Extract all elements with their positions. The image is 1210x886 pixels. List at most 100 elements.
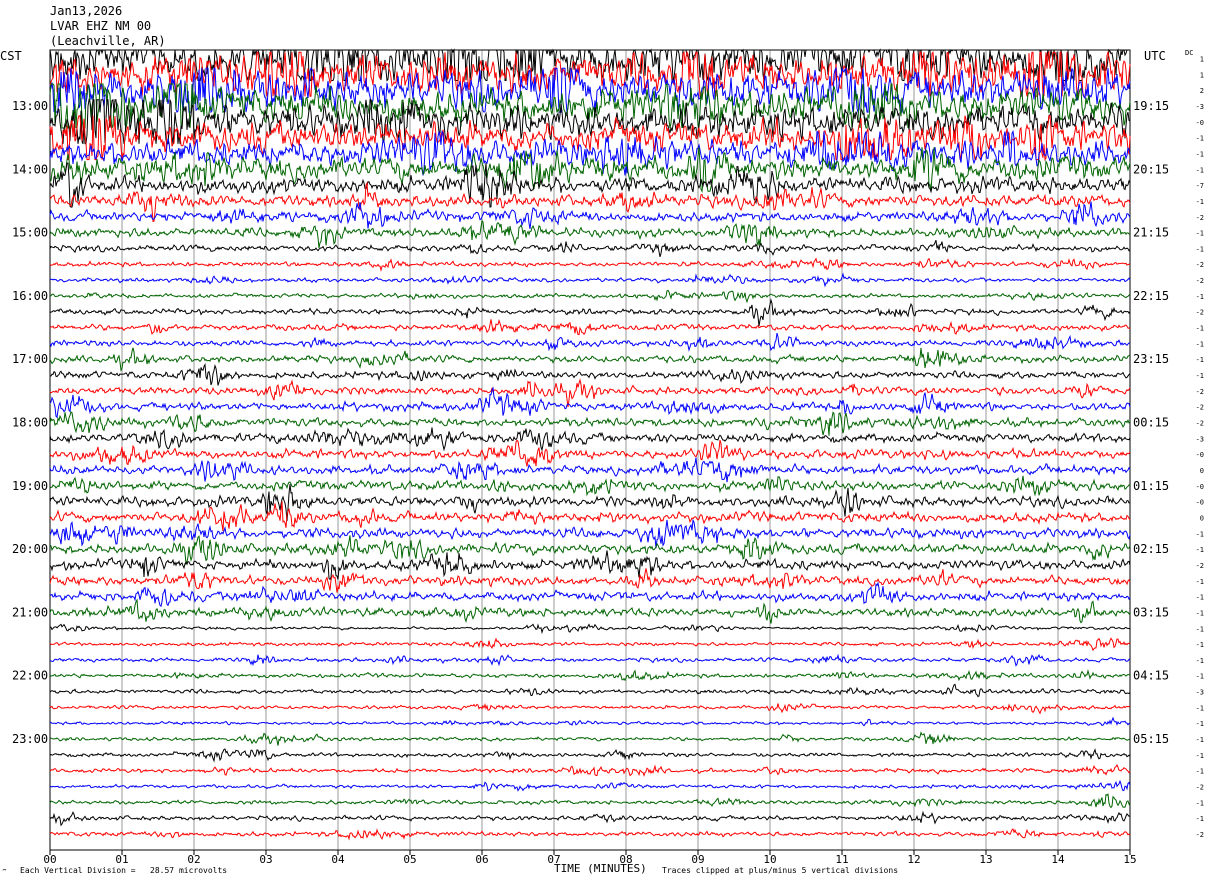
- trace-row-34: [49, 568, 1131, 593]
- dc-offset-value: -2: [1196, 309, 1204, 317]
- trace-row-23: [49, 386, 1131, 419]
- dc-offset-value: 0: [1200, 514, 1204, 522]
- left-hour-label: 22:00: [12, 669, 48, 683]
- x-tick-label: 09: [691, 853, 704, 866]
- dc-offset-value: -2: [1196, 404, 1204, 412]
- trace-row-20: [49, 347, 1131, 372]
- trace-row-28: [49, 475, 1131, 497]
- dc-offset-value: -1: [1196, 325, 1204, 333]
- trace-row-24: [49, 411, 1131, 436]
- dc-offset-value: -1: [1196, 799, 1204, 807]
- trace-row-7: [49, 129, 1131, 176]
- dc-offset-value: -1: [1196, 641, 1204, 649]
- left-hour-label: 21:00: [12, 605, 48, 619]
- trace-row-43: [49, 716, 1131, 727]
- right-hour-label: 20:15: [1133, 162, 1169, 176]
- dc-offset-value: -1: [1196, 340, 1204, 348]
- dc-offset-value: -1: [1196, 293, 1204, 301]
- dc-offset-value: -1: [1196, 673, 1204, 681]
- dc-offset-value: -1: [1196, 150, 1204, 158]
- x-tick-label: 02: [187, 853, 200, 866]
- dc-offset-value: -1: [1196, 530, 1204, 538]
- right-hour-label: 05:15: [1133, 732, 1169, 746]
- dc-offset-value: -2: [1196, 388, 1204, 396]
- right-hour-label: 00:15: [1133, 416, 1169, 430]
- right-hour-label: 23:15: [1133, 352, 1169, 366]
- trace-row-29: [49, 484, 1131, 522]
- trace-row-14: [49, 257, 1131, 272]
- right-hour-label: 21:15: [1133, 226, 1169, 240]
- dc-offset-value: -1: [1196, 752, 1204, 760]
- dc-offset-value: 1: [1200, 56, 1204, 64]
- x-tick-label: 11: [835, 853, 848, 866]
- left-hour-label: 14:00: [12, 162, 48, 176]
- dc-offset-value: -1: [1196, 245, 1204, 253]
- x-axis-title: TIME (MINUTES): [554, 862, 647, 875]
- trace-row-27: [49, 457, 1131, 483]
- trace-row-21: [49, 362, 1131, 386]
- x-tick-label: 04: [331, 853, 345, 866]
- trace-row-46: [49, 763, 1131, 777]
- dc-offset-value: -2: [1196, 261, 1204, 269]
- dc-offset-value: -3: [1196, 435, 1204, 443]
- dc-offset-value: -0: [1196, 451, 1204, 459]
- trace-row-42: [49, 702, 1131, 715]
- trace-row-44: [49, 731, 1131, 746]
- dc-offset-value: -1: [1196, 356, 1204, 364]
- dc-offset-value: -1: [1196, 768, 1204, 776]
- trace-row-26: [49, 439, 1131, 467]
- trace-row-38: [49, 637, 1131, 652]
- x-tick-label: 06: [475, 853, 488, 866]
- dc-offset-value: -2: [1196, 831, 1204, 839]
- trace-row-32: [49, 535, 1131, 566]
- dc-offset-value: -1: [1196, 704, 1204, 712]
- dc-offset-value: 1: [1200, 71, 1204, 79]
- x-tick-label: 00: [43, 853, 56, 866]
- left-hour-label: 19:00: [12, 479, 48, 493]
- trace-row-15: [49, 272, 1131, 288]
- trace-row-25: [49, 427, 1131, 452]
- left-hour-label: 13:00: [12, 99, 48, 113]
- trace-row-16: [49, 289, 1131, 304]
- left-hour-label: 16:00: [12, 289, 48, 303]
- right-hour-label: 19:15: [1133, 99, 1169, 113]
- left-hour-label: 17:00: [12, 352, 48, 366]
- trace-row-36: [49, 598, 1131, 624]
- left-hour-label: 18:00: [12, 416, 48, 430]
- dc-offset-value: -1: [1196, 720, 1204, 728]
- dc-offset-value: 2: [1200, 87, 1204, 95]
- x-tick-label: 13: [979, 853, 992, 866]
- dc-offset-value: -1: [1196, 609, 1204, 617]
- trace-row-31: [49, 518, 1131, 549]
- left-hour-label: 20:00: [12, 542, 48, 556]
- dc-offset-value: -2: [1196, 420, 1204, 428]
- dc-offset-value: -1: [1196, 166, 1204, 174]
- dc-offset-value: 0: [1200, 467, 1204, 475]
- trace-row-45: [49, 748, 1131, 763]
- right-hour-label: 02:15: [1133, 542, 1169, 556]
- x-tick-label: 05: [403, 853, 416, 866]
- trace-row-41: [49, 683, 1131, 698]
- dc-offset-value: -0: [1196, 483, 1204, 491]
- dc-offset-value: -1: [1196, 230, 1204, 238]
- trace-row-30: [49, 501, 1131, 532]
- seismogram-helicorder: 00 01 02 03 04 05 06 07 08 09 10 11 12 13 14 1513:0014:…: [12, 48, 1204, 866]
- x-tick-label: 10: [763, 853, 776, 866]
- right-hour-label: 03:15: [1133, 605, 1169, 619]
- corner-mark: ‴: [2, 868, 7, 877]
- trace-row-40: [49, 668, 1131, 682]
- trace-row-12: [49, 219, 1131, 249]
- dc-offset-value: -1: [1196, 546, 1204, 554]
- dc-offset-value: -7: [1196, 182, 1204, 190]
- x-tick-label: 12: [907, 853, 920, 866]
- trace-row-18: [49, 319, 1131, 336]
- dc-offset-value: -1: [1196, 625, 1204, 633]
- trace-row-49: [49, 810, 1131, 827]
- right-hour-label: 22:15: [1133, 289, 1169, 303]
- x-tick-label: 14: [1051, 853, 1065, 866]
- trace-row-47: [49, 779, 1131, 792]
- left-hour-label: 15:00: [12, 226, 48, 240]
- x-tick-label: 15: [1123, 853, 1136, 866]
- dc-offset-value: -1: [1196, 657, 1204, 665]
- dc-offset-value: -2: [1196, 784, 1204, 792]
